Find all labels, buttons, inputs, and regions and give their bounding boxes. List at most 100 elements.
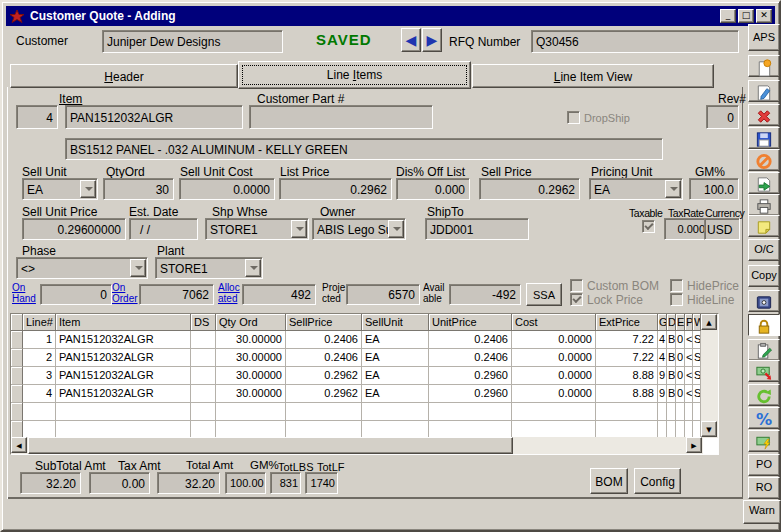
projected-field[interactable]: 6570 bbox=[346, 284, 420, 305]
sell-unit-label: Sell Unit bbox=[22, 165, 67, 179]
chevron-down-icon[interactable] bbox=[80, 180, 96, 198]
phase-combo[interactable]: <> bbox=[16, 257, 148, 279]
taxrate-field[interactable]: 0.000 bbox=[664, 218, 709, 240]
sell-unit-combo[interactable]: EA bbox=[22, 178, 98, 200]
edit-document-icon[interactable] bbox=[748, 80, 780, 102]
sell-unit-price-field[interactable]: 0.29600000 bbox=[22, 218, 126, 240]
chevron-down-icon[interactable] bbox=[130, 259, 146, 277]
owner-combo[interactable]: ABIS Lego Su bbox=[312, 218, 406, 240]
next-record-button[interactable]: ▶ bbox=[422, 28, 442, 52]
maximize-button[interactable]: □ bbox=[738, 9, 754, 23]
warn-button[interactable]: Warn bbox=[743, 500, 781, 524]
table-row[interactable] bbox=[11, 403, 718, 421]
totlf-field[interactable]: 1740 bbox=[305, 472, 338, 494]
safe-icon[interactable] bbox=[748, 290, 780, 312]
chevron-down-icon[interactable] bbox=[291, 220, 307, 238]
save-icon[interactable] bbox=[748, 127, 780, 149]
dropship-checkbox[interactable] bbox=[567, 111, 580, 124]
on-hand-link[interactable]: On Hand bbox=[12, 282, 42, 304]
gm-total-field[interactable]: 100.00 bbox=[225, 472, 266, 494]
customer-field[interactable]: Juniper Dew Designs bbox=[102, 30, 283, 53]
available-field[interactable]: -492 bbox=[449, 284, 521, 305]
gm-field[interactable]: 100.0 bbox=[689, 178, 739, 200]
on-order-link[interactable]: On Order bbox=[112, 282, 139, 304]
totlbs-field[interactable]: 831 bbox=[270, 472, 301, 494]
allocated-field[interactable]: 492 bbox=[242, 284, 316, 305]
description-field[interactable]: BS1512 PANEL - .032 ALUMINUM - KELLY GRE… bbox=[65, 138, 663, 160]
copy-button[interactable]: Copy bbox=[748, 265, 780, 287]
close-button[interactable]: ✕ bbox=[756, 9, 772, 23]
aps-button[interactable]: APS bbox=[748, 24, 780, 51]
table-vertical-scrollbar[interactable]: ▲ ▼ bbox=[701, 314, 718, 438]
scroll-down-icon[interactable]: ▼ bbox=[701, 421, 717, 437]
rfq-number-field[interactable]: Q30456 bbox=[531, 30, 739, 53]
clipboard-edit-icon[interactable] bbox=[748, 339, 780, 361]
pricing-unit-combo[interactable]: EA bbox=[589, 178, 683, 200]
est-date-field[interactable]: / / bbox=[129, 218, 198, 240]
scroll-right-icon[interactable]: ▶ bbox=[686, 437, 702, 453]
rev-field[interactable]: 0 bbox=[706, 105, 739, 129]
sell-price-field[interactable]: 0.2962 bbox=[479, 178, 580, 200]
tab-line-item-view[interactable]: Line Item View bbox=[472, 64, 714, 88]
total-amt-field[interactable]: 32.20 bbox=[157, 472, 220, 494]
shp-whse-combo[interactable]: STORE1 bbox=[205, 218, 309, 240]
new-document-icon[interactable] bbox=[748, 55, 780, 77]
lock-icon[interactable] bbox=[748, 314, 780, 336]
taxable-checkbox[interactable] bbox=[642, 220, 655, 233]
on-hand-field[interactable]: 0 bbox=[40, 284, 112, 305]
table-cell bbox=[429, 403, 512, 421]
item-line-no-field[interactable]: 4 bbox=[16, 105, 58, 129]
chevron-down-icon[interactable] bbox=[245, 259, 261, 277]
shipto-field[interactable]: JDD001 bbox=[425, 218, 529, 240]
chevron-down-icon[interactable] bbox=[665, 180, 681, 198]
refresh-icon[interactable] bbox=[748, 384, 780, 406]
prev-record-button[interactable]: ◀ bbox=[401, 28, 421, 52]
hide-line-checkbox[interactable] bbox=[670, 293, 683, 306]
tab-line-items[interactable]: Line Items bbox=[238, 61, 471, 89]
custom-bom-checkbox[interactable] bbox=[570, 279, 583, 292]
cash-out-icon[interactable] bbox=[748, 360, 780, 382]
table-cell: < bbox=[685, 385, 693, 403]
plant-combo[interactable]: STORE1 bbox=[155, 257, 263, 279]
percent-icon[interactable]: % bbox=[748, 407, 780, 429]
cash-flash-icon[interactable] bbox=[748, 430, 780, 452]
lock-price-checkbox[interactable] bbox=[570, 293, 583, 306]
ro-button[interactable]: RO bbox=[748, 477, 780, 499]
qty-ord-field[interactable]: 30 bbox=[103, 178, 174, 200]
bom-button[interactable]: BOM bbox=[590, 468, 628, 494]
window-title: Customer Quote - Adding bbox=[30, 9, 718, 23]
exit-icon[interactable] bbox=[748, 172, 780, 194]
ssa-button[interactable]: SSA bbox=[526, 283, 562, 306]
cancel-icon[interactable] bbox=[748, 149, 780, 171]
customer-part-field[interactable] bbox=[249, 105, 433, 129]
scroll-left-icon[interactable]: ◀ bbox=[11, 437, 27, 453]
scroll-up-icon[interactable]: ▲ bbox=[701, 314, 717, 330]
currency-field[interactable]: USD bbox=[704, 218, 740, 240]
table-row[interactable]: 3PAN1512032ALGR30.000000.2962EA0.29600.0… bbox=[11, 367, 718, 385]
hide-price-checkbox[interactable] bbox=[670, 279, 683, 292]
item-code-field[interactable]: PAN1512032ALGR bbox=[65, 105, 243, 129]
subtotal-field[interactable]: 32.20 bbox=[20, 472, 81, 494]
table-row[interactable]: 1PAN1512032ALGR30.000000.2406EA0.24060.0… bbox=[11, 331, 718, 349]
tax-amt-field[interactable]: 0.00 bbox=[89, 472, 150, 494]
table-row[interactable]: 2PAN1512032ALGR30.000000.2406EA0.24060.0… bbox=[11, 349, 718, 367]
note-icon[interactable] bbox=[748, 215, 780, 237]
table-horizontal-scrollbar[interactable]: ◀ ▶ bbox=[11, 437, 703, 454]
chevron-down-icon[interactable] bbox=[388, 220, 404, 238]
tab-header[interactable]: Header bbox=[10, 64, 238, 88]
config-button[interactable]: Config bbox=[634, 468, 681, 494]
customer-quote-window: Customer Quote - Adding _ □ ✕ Customer J… bbox=[0, 0, 781, 532]
dis-off-list-field[interactable]: 0.000 bbox=[396, 178, 470, 200]
list-price-field[interactable]: 0.2962 bbox=[279, 178, 392, 200]
table-row[interactable]: 4PAN1512032ALGR30.000000.2962EA0.29600.0… bbox=[11, 385, 718, 403]
oc-button[interactable]: O/C bbox=[748, 239, 780, 261]
po-button[interactable]: PO bbox=[748, 454, 780, 476]
table-cell: EA bbox=[362, 367, 429, 385]
table-cell: 4 bbox=[658, 349, 667, 367]
delete-icon[interactable] bbox=[748, 104, 780, 126]
minimize-button[interactable]: _ bbox=[720, 9, 736, 23]
sell-unit-cost-field[interactable]: 0.0000 bbox=[179, 178, 275, 200]
print-icon[interactable] bbox=[748, 194, 780, 216]
on-order-field[interactable]: 7062 bbox=[139, 284, 214, 305]
allocated-link[interactable]: Allocated bbox=[218, 282, 244, 304]
